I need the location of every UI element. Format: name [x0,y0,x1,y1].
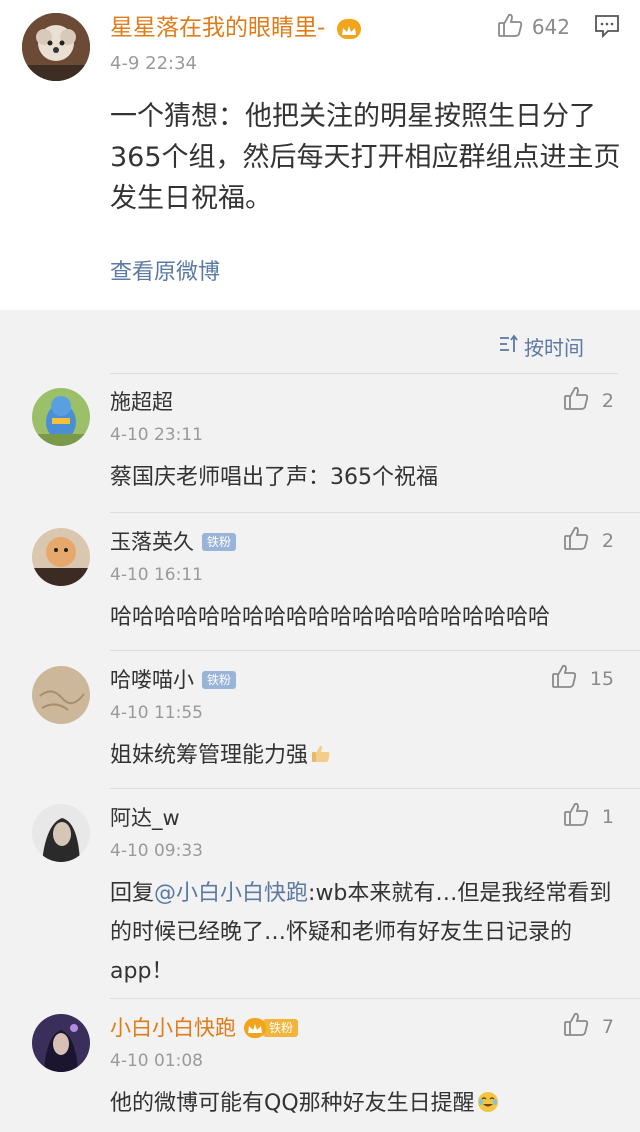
divider [110,998,640,999]
view-original-link[interactable]: 查看原微博 [110,254,220,286]
comment-time: 4-10 16:11 [110,565,203,585]
divider [110,512,640,513]
thumbs-up-icon [562,1010,590,1043]
vip-fan-badge: 铁粉 [244,1018,299,1038]
thumbs-up-icon [550,662,578,695]
thumbs-up-icon [562,800,590,833]
comment-icon[interactable] [594,14,620,39]
fan-badge: 铁粉 [202,533,237,551]
post-like-button[interactable]: 642 [496,10,570,44]
divider [110,788,640,789]
commenter-name-text[interactable]: 小白小白快跑 [110,1014,236,1042]
crown-icon [244,1018,266,1038]
comment-time: 4-10 09:33 [110,841,203,861]
commenter-name[interactable]: 哈喽喵小 铁粉 [110,666,237,694]
divider [110,650,640,651]
comment-like-count: 15 [589,667,614,690]
thumbs-up-emoji-icon [310,739,332,762]
comment-like-count: 2 [601,389,614,412]
comment-time: 4-10 23:11 [110,425,203,445]
post-author-name[interactable]: 星星落在我的眼睛里- [110,13,361,43]
commenter-name-text[interactable]: 阿达_w [110,804,180,832]
comment-time: 4-10 11:55 [110,703,203,723]
fan-badge: 铁粉 [263,1019,299,1037]
post-time: 4-9 22:34 [110,53,197,74]
comment-like-button[interactable]: 7 [562,1010,614,1043]
crown-icon [336,18,361,39]
commenter-name-text[interactable]: 施超超 [110,388,173,416]
sort-icon [498,334,520,359]
fan-badge: 铁粉 [202,671,237,689]
comment-like-button[interactable]: 2 [562,524,614,557]
main-post: 星星落在我的眼睛里- 4-9 22:34 642 一个猜想：他把关注的明星按照生… [0,0,640,310]
post-author-name-text[interactable]: 星星落在我的眼睛里- [110,15,325,41]
crying-laugh-emoji-icon [477,1087,499,1112]
commenter-avatar[interactable] [32,804,90,862]
commenter-avatar[interactable] [32,388,90,446]
commenter-avatar[interactable] [32,528,90,586]
comment-like-count: 1 [601,805,614,828]
comment-text: 回复@小白小白快跑:wb本来就有…但是我经常看到的时候已经晚了…怀疑和老师有好友… [110,874,620,991]
comment-like-button[interactable]: 2 [562,384,614,417]
reply-prefix: 回复 [110,881,155,906]
commenter-avatar[interactable] [32,666,90,724]
comment-like-count: 2 [601,529,614,552]
commenter-name[interactable]: 玉落英久 铁粉 [110,528,237,556]
divider [110,373,618,374]
post-author-avatar[interactable] [22,13,90,81]
post-like-count: 642 [531,15,570,39]
commenter-avatar[interactable] [32,1014,90,1072]
comment-text: 蔡国庆老师唱出了声：365个祝福 [110,465,438,490]
commenter-name-text[interactable]: 哈喽喵小 [110,666,194,694]
sort-label: 按时间 [524,336,584,360]
sort-by-time-button[interactable]: 按时间 [498,332,584,361]
post-text: 一个猜想：他把关注的明星按照生日分了365个组，然后每天打开相应群组点进主页发生… [110,101,621,214]
comment-like-count: 7 [601,1015,614,1038]
commenter-name[interactable]: 施超超 [110,388,173,416]
comment-sort-bar: 按时间 [0,310,640,374]
mention-link[interactable]: @小白小白快跑 [154,881,308,906]
comment-like-button[interactable]: 1 [562,800,614,833]
commenter-name-text[interactable]: 玉落英久 [110,528,194,556]
thumbs-up-icon [562,524,590,557]
comment-text: 他的微博可能有QQ那种好友生日提醒 [110,1084,620,1123]
comment-text: 哈哈哈哈哈哈哈哈哈哈哈哈哈哈哈哈哈哈哈哈 [110,605,551,630]
comment-like-button[interactable]: 15 [550,662,614,695]
comment-text-body: 姐妹统筹管理能力强 [110,743,309,768]
thumbs-up-icon [496,11,524,44]
comment-text: 姐妹统筹管理能力强 [110,736,620,775]
comment-text-body: 他的微博可能有QQ那种好友生日提醒 [110,1091,475,1116]
comment-time: 4-10 01:08 [110,1051,203,1071]
commenter-name[interactable]: 阿达_w [110,804,180,832]
thumbs-up-icon [562,384,590,417]
commenter-name[interactable]: 小白小白快跑 铁粉 [110,1014,299,1042]
